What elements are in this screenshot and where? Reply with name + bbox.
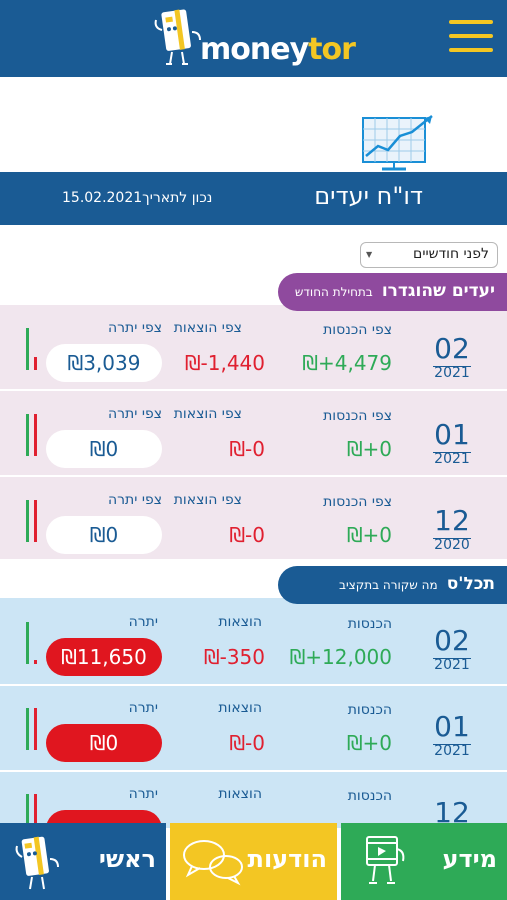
income-value: ₪+0 — [346, 437, 392, 461]
income-bar — [26, 622, 29, 664]
actuals-row[interactable]: 12 הכנסות הוצאות יתרה — [0, 778, 507, 824]
row-month: 12 — [434, 504, 470, 537]
expense-label: צפי הוצאות — [173, 406, 242, 422]
goals-row[interactable]: 01 2021 צפי הכנסות צפי הוצאות צפי יתרה ₪… — [0, 398, 507, 484]
nav-messages-label: הודעות — [247, 845, 327, 873]
balance-label: צפי יתרה — [107, 320, 162, 336]
report-chart-icon — [362, 115, 433, 171]
hamburger-menu-icon[interactable] — [449, 20, 493, 56]
income-bar — [26, 500, 29, 542]
goals-section-header: יעדים שהוגדרו בתחילת החודש — [278, 273, 507, 311]
chat-bubbles-icon — [183, 840, 243, 886]
balance-value — [46, 810, 162, 824]
expense-bar — [34, 794, 37, 824]
mini-bar-chart — [26, 794, 40, 824]
film-info-icon — [366, 836, 405, 884]
row-year: 2021 — [434, 365, 470, 381]
logo-wordmark: moneytor — [200, 32, 356, 67]
income-value: ₪+12,000 — [289, 645, 392, 669]
balance-value: ₪3,039 — [46, 344, 162, 382]
balance-label: יתרה — [128, 614, 158, 630]
actuals-section-subtitle: מה שקורה בתקציב — [339, 578, 438, 592]
row-year: 2021 — [434, 743, 470, 759]
chevron-down-icon: ▼ — [366, 250, 373, 259]
balance-value: ₪0 — [46, 430, 162, 468]
income-bar — [26, 328, 29, 370]
actuals-row[interactable]: 02 2021 הכנסות הוצאות יתרה ₪+12,000 ₪-35… — [0, 606, 507, 692]
row-year: 2021 — [434, 451, 470, 467]
balance-label: צפי יתרה — [107, 406, 162, 422]
nav-info-button[interactable]: מידע — [341, 823, 507, 900]
card-mascot-icon — [154, 8, 201, 65]
income-label: צפי הכנסות — [323, 494, 392, 510]
income-bar — [26, 414, 29, 456]
expense-label: צפי הוצאות — [173, 320, 242, 336]
row-month: 01 — [434, 710, 470, 743]
bottom-navigation: ראשי הודעות מידע — [0, 823, 507, 900]
expense-value: ₪-0 — [229, 731, 265, 755]
period-select-value: לפני חודשיים — [413, 246, 489, 262]
period-select[interactable]: לפני חודשיים ▼ — [360, 242, 498, 268]
actuals-row[interactable]: 01 2021 הכנסות הוצאות יתרה ₪+0 ₪-0 ₪0 — [0, 692, 507, 778]
row-month: 02 — [434, 332, 470, 365]
income-label: צפי הכנסות — [323, 408, 392, 424]
actuals-section-header: תכל'ס מה שקורה בתקציב — [278, 566, 507, 604]
moneytor-logo[interactable]: moneytor — [150, 6, 360, 72]
expense-bar — [34, 414, 37, 456]
mini-bar-chart — [26, 328, 40, 370]
expense-bar — [34, 708, 37, 750]
income-label: הכנסות — [347, 616, 392, 632]
report-date: 15.02.2021נכון לתאריך — [62, 190, 213, 206]
income-bar — [26, 708, 29, 750]
nav-home-button[interactable]: ראשי — [0, 823, 166, 900]
income-label: הכנסות — [347, 788, 392, 804]
expense-label: הוצאות — [218, 614, 262, 630]
row-month: 12 — [434, 796, 470, 824]
mini-bar-chart — [26, 708, 40, 750]
income-label: הכנסות — [347, 702, 392, 718]
balance-label: יתרה — [128, 786, 158, 802]
row-month: 01 — [434, 418, 470, 451]
nav-info-label: מידע — [442, 845, 497, 873]
income-value: ₪+0 — [346, 523, 392, 547]
row-month: 02 — [434, 624, 470, 657]
income-label: צפי הכנסות — [323, 322, 392, 338]
expense-bar — [34, 500, 37, 542]
app-header: moneytor — [0, 0, 507, 77]
income-value: ₪+0 — [346, 731, 392, 755]
expense-bar — [34, 660, 37, 664]
expense-label: הוצאות — [218, 700, 262, 716]
expense-label: הוצאות — [218, 786, 262, 802]
expense-label: צפי הוצאות — [173, 492, 242, 508]
balance-label: יתרה — [128, 700, 158, 716]
expense-value: ₪-0 — [229, 437, 265, 461]
balance-value: ₪11,650 — [46, 638, 162, 676]
card-mascot-icon — [15, 835, 59, 890]
goals-row[interactable]: 02 2021 צפי הכנסות צפי הוצאות צפי יתרה ₪… — [0, 312, 507, 398]
mini-bar-chart — [26, 500, 40, 542]
expense-value: ₪-0 — [229, 523, 265, 547]
page-title: דו"ח יעדים — [314, 182, 423, 210]
mini-bar-chart — [26, 414, 40, 456]
nav-home-label: ראשי — [98, 845, 156, 873]
actuals-section-title: תכל'ס — [446, 574, 495, 594]
goals-section-subtitle: בתחילת החודש — [294, 285, 373, 299]
row-year: 2021 — [434, 657, 470, 673]
balance-value: ₪0 — [46, 724, 162, 762]
mini-bar-chart — [26, 622, 40, 664]
expense-value: ₪-1,440 — [184, 351, 265, 375]
balance-value: ₪0 — [46, 516, 162, 554]
income-bar — [26, 794, 29, 824]
income-value: ₪+4,479 — [302, 351, 392, 375]
report-header: דו"ח יעדים 15.02.2021נכון לתאריך — [0, 172, 507, 225]
expense-value: ₪-350 — [203, 645, 265, 669]
expense-bar — [34, 357, 37, 370]
nav-messages-button[interactable]: הודעות — [170, 823, 337, 900]
balance-label: צפי יתרה — [107, 492, 162, 508]
goals-row[interactable]: 12 2020 צפי הכנסות צפי הוצאות צפי יתרה ₪… — [0, 484, 507, 570]
row-year: 2020 — [434, 537, 470, 553]
goals-section-title: יעדים שהוגדרו — [381, 281, 495, 301]
